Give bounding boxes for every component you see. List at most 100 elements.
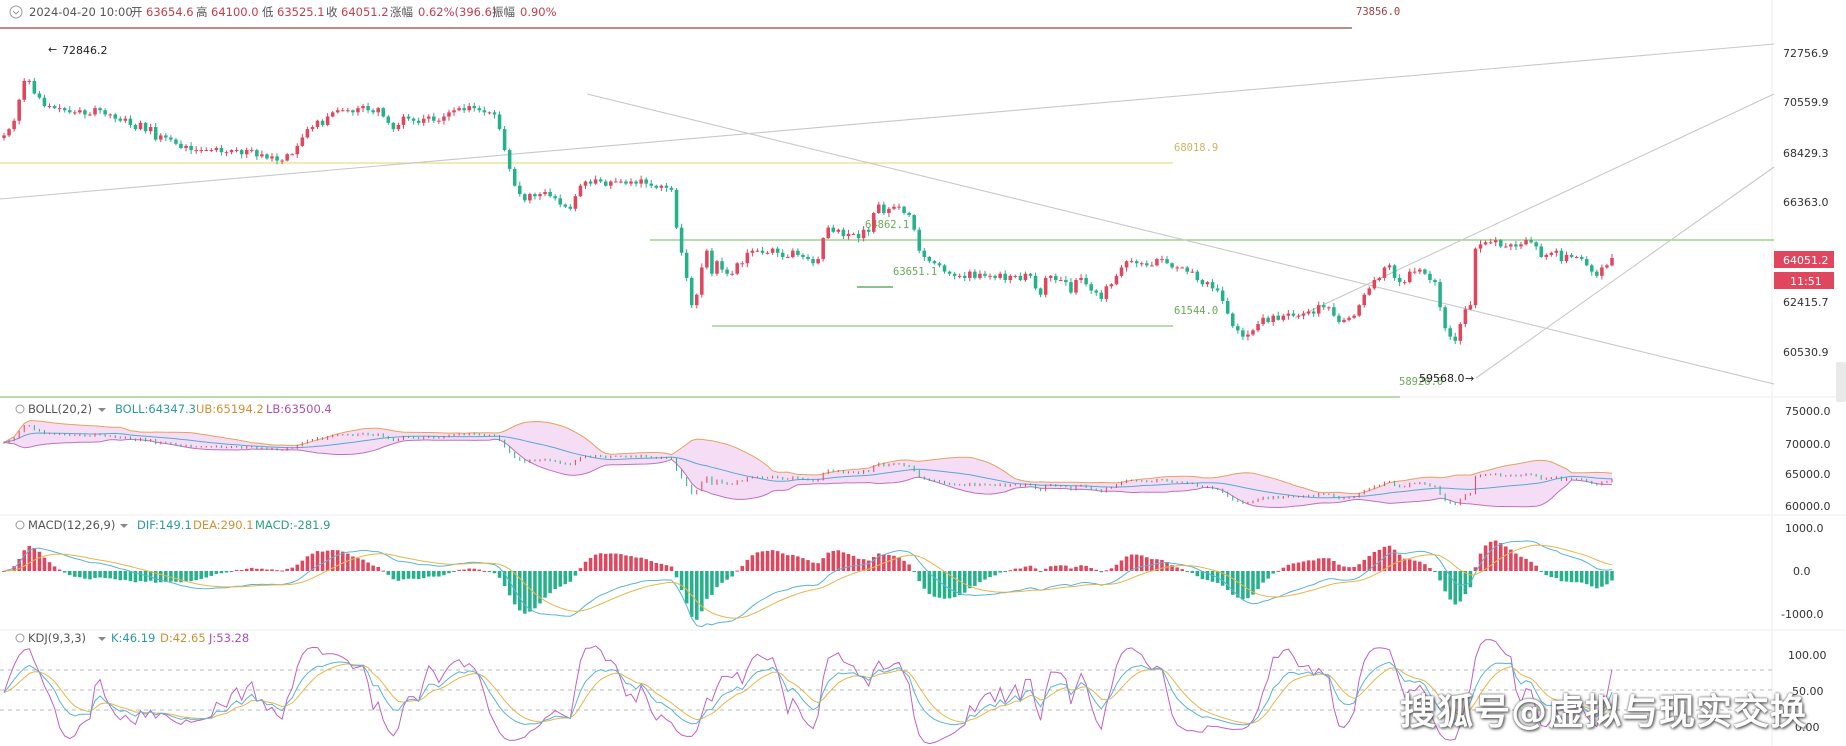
candle-body — [1337, 315, 1341, 322]
candle-body — [533, 194, 537, 197]
candle — [593, 175, 598, 185]
macd-bar — [1286, 564, 1291, 571]
candle — [679, 223, 684, 256]
chevron-down-icon[interactable] — [9, 5, 23, 19]
candle — [568, 204, 573, 211]
macd-bar — [791, 554, 795, 571]
macd-bar — [775, 551, 780, 571]
candle-body — [558, 198, 562, 205]
boll-panel[interactable]: BOLL(20,2) BOLL:64347.3 UB:65194.2 LB:63… — [3, 402, 1831, 513]
macd-bar — [209, 571, 214, 576]
candle — [947, 270, 952, 276]
candle — [745, 249, 750, 268]
macd-chevron-icon — [120, 524, 128, 528]
candle — [255, 148, 259, 160]
candle-body — [346, 110, 350, 112]
macd-bar — [957, 571, 962, 595]
kdj-j-line — [3, 639, 1613, 745]
macd-panel[interactable]: MACD(12,26,9) DIF:149.1 DEA:290.1 MACD:-… — [2, 518, 1824, 628]
macd-bar — [1018, 568, 1023, 571]
candle — [831, 224, 836, 233]
top-high-label: 73856.0 — [1356, 6, 1400, 18]
macd-bar — [1139, 555, 1144, 571]
header-change: 0.62%(396.6) — [418, 5, 496, 19]
candle-body — [62, 108, 67, 111]
macd-bar — [1190, 571, 1195, 574]
macd-bar — [1610, 571, 1614, 581]
candle-body — [856, 233, 861, 239]
macd-bar — [472, 568, 477, 571]
macd-bar — [523, 571, 527, 614]
kdj-chevron-icon — [98, 637, 106, 641]
macd-bar — [1246, 571, 1250, 599]
drawing-objects[interactable]: 73856.0 68018.9 64862.1 63651.1 61544.0 … — [0, 6, 1775, 398]
candle — [482, 106, 487, 116]
candle-body — [1109, 284, 1114, 287]
macd-bar — [497, 571, 502, 578]
candle — [391, 121, 396, 132]
candle — [507, 148, 512, 172]
candle — [467, 103, 471, 113]
candle-body — [42, 97, 47, 107]
candle — [1008, 274, 1013, 284]
chart-canvas[interactable]: 2024-04-20 10:00 开 63654.6 高 64100.0 低 6… — [0, 0, 1846, 746]
trendline-rising-long — [0, 43, 1775, 200]
candle — [659, 184, 664, 192]
price-axis[interactable]: 72756.9 70559.9 68429.3 66363.0 62415.7 … — [1774, 47, 1834, 359]
macd-bar — [962, 571, 967, 593]
candle — [740, 261, 745, 268]
candle — [83, 108, 87, 119]
ohlc-header: 2024-04-20 10:00 开 63654.6 高 64100.0 低 6… — [9, 5, 557, 19]
macd-bar — [1337, 564, 1341, 571]
candle — [548, 188, 552, 198]
candle — [1397, 274, 1402, 287]
candle — [47, 103, 52, 109]
candle-body — [710, 250, 714, 274]
macd-dea-label: DEA:290.1 — [193, 518, 254, 532]
candle — [335, 107, 340, 114]
candle-body — [1574, 256, 1579, 258]
macd-bar — [1529, 561, 1533, 571]
macd-bar — [462, 569, 466, 571]
candle-body — [477, 108, 482, 111]
candle-body — [416, 120, 421, 123]
candle-body — [674, 189, 679, 228]
macd-bar — [381, 570, 386, 572]
candle-body — [988, 275, 992, 277]
candle — [588, 179, 593, 187]
candle-body — [1220, 290, 1225, 301]
macd-bar — [1261, 571, 1265, 583]
candle-body — [669, 187, 674, 190]
fib-label-2: 64862.1 — [865, 219, 909, 231]
candle — [694, 293, 699, 309]
boll-tick-1: 70000.0 — [1785, 438, 1831, 451]
candle — [295, 143, 300, 158]
candle — [386, 115, 391, 125]
candle — [1362, 292, 1366, 308]
candle-body — [962, 275, 967, 278]
candle-body — [1584, 259, 1589, 266]
candle — [477, 105, 482, 113]
candle — [952, 271, 957, 280]
kdj-title: KDJ(9,3,3) — [28, 631, 86, 645]
candle-body — [1246, 334, 1250, 337]
macd-bar — [1590, 571, 1594, 587]
candle — [735, 262, 739, 276]
candlestick-series[interactable] — [2, 77, 1614, 345]
candle — [755, 248, 760, 252]
right-scroll-handle[interactable] — [1836, 362, 1846, 402]
candle-body — [654, 185, 659, 188]
macd-bar — [1443, 571, 1447, 592]
candle — [1180, 266, 1184, 269]
macd-bar — [128, 571, 133, 581]
candle-body — [1564, 254, 1569, 262]
candle — [1372, 276, 1377, 290]
candle-body — [280, 160, 284, 162]
macd-bar — [563, 571, 568, 585]
candle-body — [244, 150, 249, 155]
candle-body — [538, 194, 542, 197]
candle-body — [1544, 254, 1549, 257]
macd-bar — [548, 571, 552, 594]
candle — [1382, 266, 1387, 281]
candle-body — [968, 271, 972, 278]
